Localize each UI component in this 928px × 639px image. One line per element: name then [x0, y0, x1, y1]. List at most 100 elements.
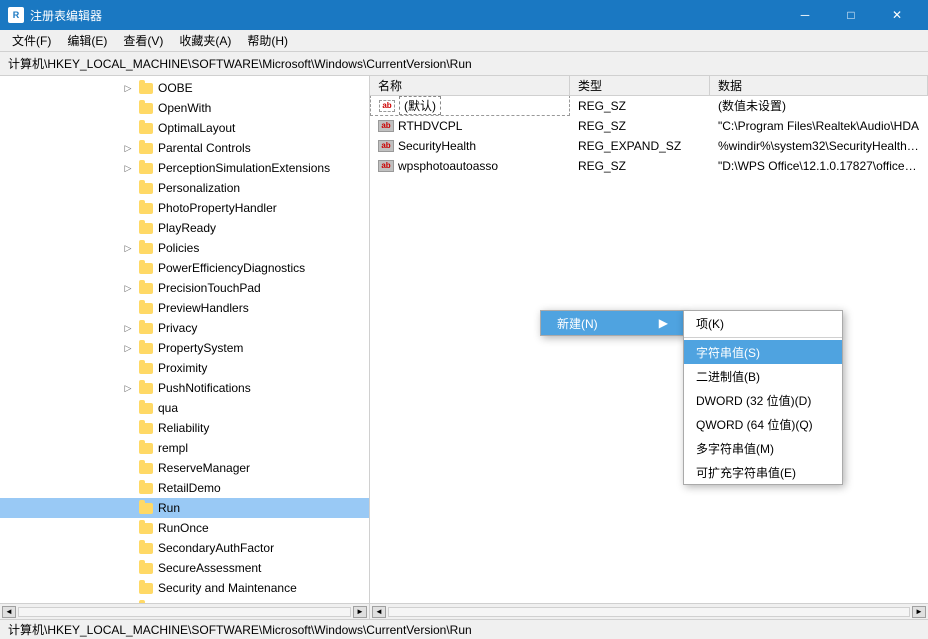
folder-icon: [138, 580, 154, 596]
cell-data: "C:\Program Files\Realtek\Audio\HDA: [710, 119, 928, 133]
address-bar: 计算机\HKEY_LOCAL_MACHINE\SOFTWARE\Microsof…: [0, 52, 928, 76]
folder-icon: [138, 220, 154, 236]
menu-view[interactable]: 查看(V): [115, 30, 171, 51]
right-hscrollbar[interactable]: ◄ ►: [370, 604, 928, 619]
cell-name: ab SecurityHealth: [370, 139, 570, 153]
table-row[interactable]: ab wpsphotoautoasso REG_SZ "D:\WPS Offic…: [370, 156, 928, 176]
folder-icon: [138, 200, 154, 216]
tree-scroll[interactable]: ▷ OOBE ▷ OpenWith ▷ OptimalLayout ▷ Pare…: [0, 76, 369, 603]
tree-item-proximity[interactable]: ▷ Proximity: [0, 358, 369, 378]
folder-icon: [138, 280, 154, 296]
tree-item-reservemgr[interactable]: ▷ ReserveManager: [0, 458, 369, 478]
cell-name: ab wpsphotoautoasso: [370, 159, 570, 173]
minimize-button[interactable]: ─: [782, 0, 828, 30]
tree-arrow: ▷: [120, 340, 136, 356]
tree-item-retaildemo[interactable]: ▷ RetailDemo: [0, 478, 369, 498]
folder-icon: [138, 180, 154, 196]
tree-item-policies[interactable]: ▷ Policies: [0, 238, 369, 258]
tree-item-runonce[interactable]: ▷ RunOnce: [0, 518, 369, 538]
folder-icon: [138, 380, 154, 396]
tree-item-secureassess[interactable]: ▷ SecureAssessment: [0, 558, 369, 578]
tree-item-optimallayout[interactable]: ▷ OptimalLayout: [0, 118, 369, 138]
tree-item-propertysystem[interactable]: ▷ PropertySystem: [0, 338, 369, 358]
tree-item-perception[interactable]: ▷ PerceptionSimulationExtensions: [0, 158, 369, 178]
tree-item-settingsync[interactable]: ▷ SettingSync: [0, 598, 369, 603]
table-row[interactable]: ab RTHDVCPL REG_SZ "C:\Program Files\Rea…: [370, 116, 928, 136]
horizontal-scrollbar: ◄ ► ◄ ►: [0, 603, 928, 619]
tree-panel: ▷ OOBE ▷ OpenWith ▷ OptimalLayout ▷ Pare…: [0, 76, 370, 603]
content-rows[interactable]: ab (默认) REG_SZ (数值未设置) ab RTHDVCPL REG_S…: [370, 96, 928, 603]
tree-arrow: ▷: [120, 380, 136, 396]
main-layout: ▷ OOBE ▷ OpenWith ▷ OptimalLayout ▷ Pare…: [0, 76, 928, 603]
tree-item-oobe[interactable]: ▷ OOBE: [0, 78, 369, 98]
cell-name: ab (默认): [370, 96, 570, 116]
close-button[interactable]: ✕: [874, 0, 920, 30]
folder-icon: [138, 420, 154, 436]
title-bar: R 注册表编辑器 ─ □ ✕: [0, 0, 928, 30]
tree-label: RetailDemo: [158, 481, 221, 495]
tree-arrow-oobe: ▷: [120, 80, 136, 96]
folder-icon: [138, 400, 154, 416]
tree-label: Reliability: [158, 421, 209, 435]
tree-arrow: ▷: [120, 140, 136, 156]
table-row[interactable]: ab (默认) REG_SZ (数值未设置): [370, 96, 928, 116]
tree-item-reliability[interactable]: ▷ Reliability: [0, 418, 369, 438]
tree-label: PowerEfficiencyDiagnostics: [158, 261, 305, 275]
table-row[interactable]: ab SecurityHealth REG_EXPAND_SZ %windir%…: [370, 136, 928, 156]
tree-arrow: ▷: [120, 280, 136, 296]
tree-item-privacy[interactable]: ▷ Privacy: [0, 318, 369, 338]
folder-icon: [138, 360, 154, 376]
hscroll-right[interactable]: ►: [353, 606, 367, 618]
folder-icon: [138, 500, 154, 516]
window-controls: ─ □ ✕: [782, 0, 920, 30]
hscroll-left[interactable]: ◄: [2, 606, 16, 618]
tree-item-secondaryauth[interactable]: ▷ SecondaryAuthFactor: [0, 538, 369, 558]
tree-label: OptimalLayout: [158, 121, 235, 135]
tree-item-photoprop[interactable]: ▷ PhotoPropertyHandler: [0, 198, 369, 218]
tree-label: rempl: [158, 441, 188, 455]
menu-favorites[interactable]: 收藏夹(A): [171, 30, 239, 51]
tree-item-previewhandlers[interactable]: ▷ PreviewHandlers: [0, 298, 369, 318]
maximize-button[interactable]: □: [828, 0, 874, 30]
status-bar: 计算机\HKEY_LOCAL_MACHINE\SOFTWARE\Microsof…: [0, 619, 928, 639]
folder-icon: [138, 300, 154, 316]
tree-item-parental[interactable]: ▷ Parental Controls: [0, 138, 369, 158]
tree-label: PhotoPropertyHandler: [158, 201, 277, 215]
hscroll-right-right[interactable]: ►: [912, 606, 926, 618]
col-header-data[interactable]: 数据: [710, 76, 928, 95]
reg-value-icon: ab: [378, 140, 394, 152]
cell-data: %windir%\system32\SecurityHealthSys: [710, 139, 928, 153]
tree-item-openwith[interactable]: ▷ OpenWith: [0, 98, 369, 118]
cell-type: REG_EXPAND_SZ: [570, 139, 710, 153]
cell-data: (数值未设置): [710, 97, 928, 114]
tree-label: qua: [158, 401, 178, 415]
tree-item-run[interactable]: ▷ Run: [0, 498, 369, 518]
tree-arrow: ▷: [120, 160, 136, 176]
tree-item-personalization[interactable]: ▷ Personalization: [0, 178, 369, 198]
folder-icon: [138, 520, 154, 536]
tree-item-pushnotif[interactable]: ▷ PushNotifications: [0, 378, 369, 398]
cell-data: "D:\WPS Office\12.1.0.17827\office6\p: [710, 159, 928, 173]
reg-value-icon: ab: [378, 160, 394, 172]
tree-label: PreviewHandlers: [158, 301, 249, 315]
left-hscrollbar[interactable]: ◄ ►: [0, 604, 370, 619]
menu-file[interactable]: 文件(F): [4, 30, 59, 51]
tree-item-qua[interactable]: ▷ qua: [0, 398, 369, 418]
tree-label: OOBE: [158, 81, 193, 95]
tree-item-rempl[interactable]: ▷ rempl: [0, 438, 369, 458]
menu-edit[interactable]: 编辑(E): [59, 30, 115, 51]
hscroll-left-right[interactable]: ◄: [372, 606, 386, 618]
tree-label: SecondaryAuthFactor: [158, 541, 274, 555]
tree-label: Security and Maintenance: [158, 581, 297, 595]
col-header-name[interactable]: 名称: [370, 76, 570, 95]
tree-item-precision[interactable]: ▷ PrecisionTouchPad: [0, 278, 369, 298]
tree-item-playready[interactable]: ▷ PlayReady: [0, 218, 369, 238]
hscroll-track-right: [388, 607, 910, 617]
reg-value-icon: ab: [378, 120, 394, 132]
folder-icon: [138, 460, 154, 476]
col-header-type[interactable]: 类型: [570, 76, 710, 95]
tree-item-security-maintenance[interactable]: ▷ Security and Maintenance: [0, 578, 369, 598]
tree-label: PushNotifications: [158, 381, 251, 395]
tree-item-powereff[interactable]: ▷ PowerEfficiencyDiagnostics: [0, 258, 369, 278]
menu-help[interactable]: 帮助(H): [239, 30, 296, 51]
